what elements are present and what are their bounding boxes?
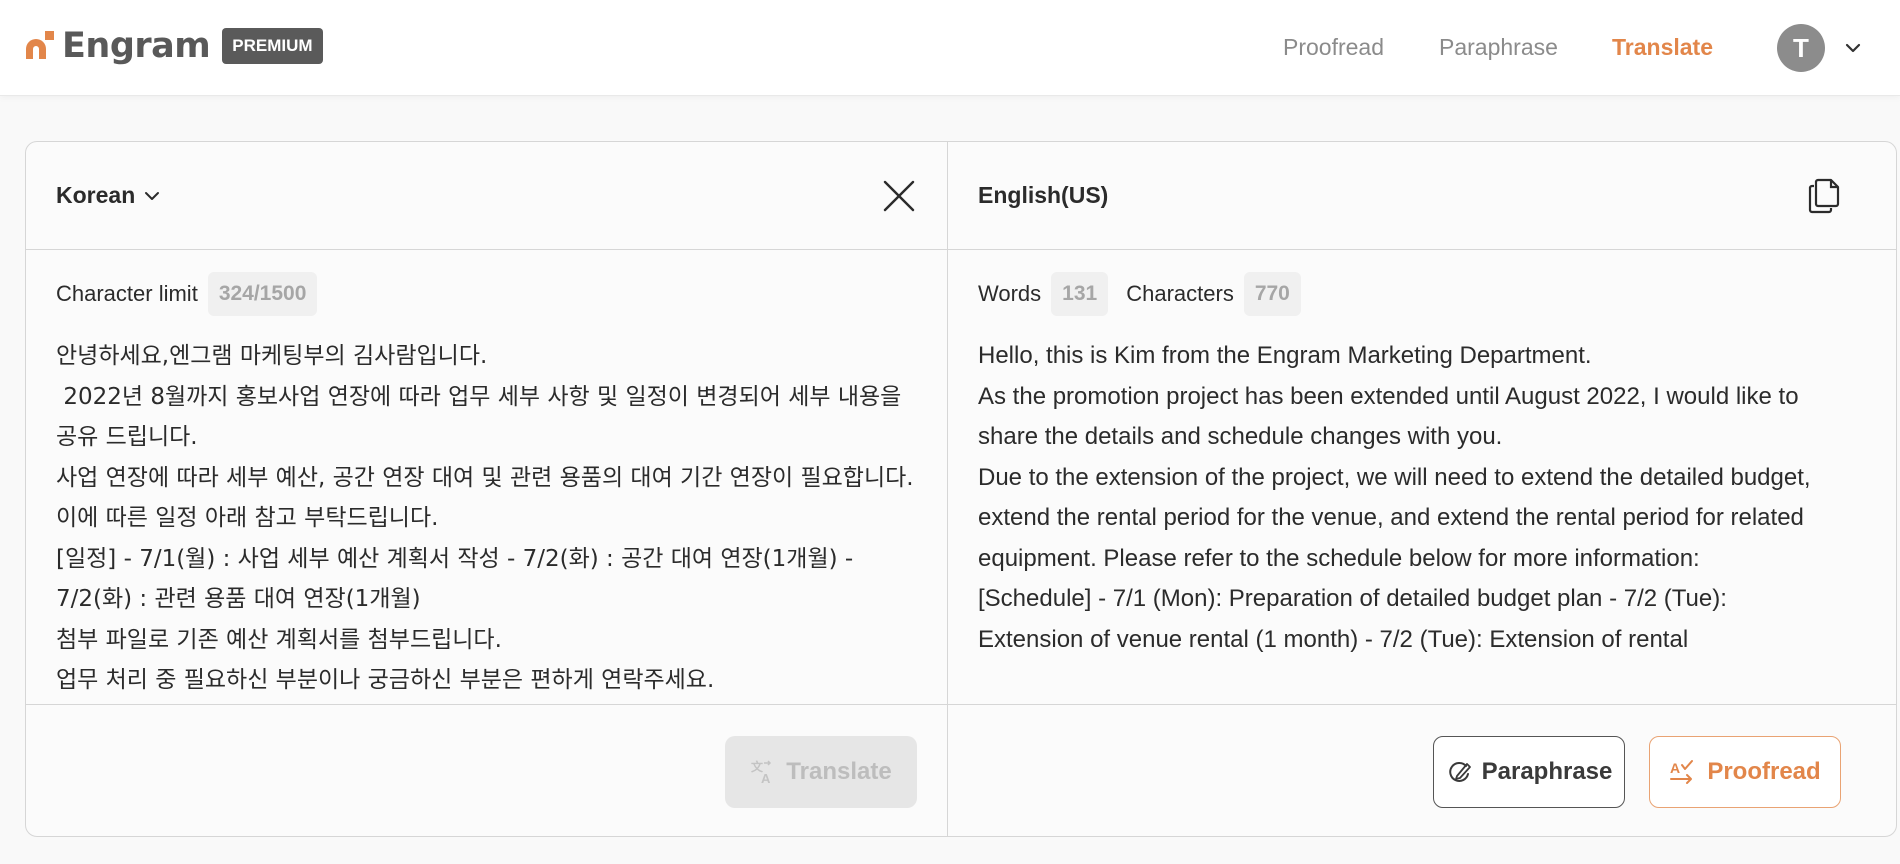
character-limit-label: Character limit [56, 281, 198, 306]
copy-icon[interactable] [1807, 178, 1841, 214]
footer-divider [26, 704, 1896, 705]
words-label: Words [978, 281, 1042, 306]
panel-divider [947, 141, 948, 837]
clear-text-icon[interactable] [882, 179, 916, 213]
characters-label: Characters [1126, 281, 1234, 306]
brand[interactable]: Engram PREMIUM [24, 26, 323, 66]
characters-count: 770 [1243, 272, 1301, 316]
premium-badge: PREMIUM [222, 28, 323, 64]
translation-stats: Words 131 Characters 770 [978, 272, 1301, 316]
svg-text:A: A [1670, 760, 1680, 776]
chevron-down-icon [145, 191, 160, 200]
nav-paraphrase[interactable]: Paraphrase [1439, 34, 1558, 61]
nav-proofread[interactable]: Proofread [1283, 34, 1384, 61]
proofread-button-label: Proofread [1707, 758, 1821, 785]
words-count: 131 [1051, 272, 1109, 316]
chevron-down-icon[interactable] [1843, 38, 1863, 58]
nav-translate[interactable]: Translate [1612, 34, 1713, 61]
source-text-input[interactable]: 안녕하세요,엔그램 마케팅부의 김사람입니다. 2022년 8월까지 홍보사업 … [56, 336, 916, 704]
character-limit-count: 324/1500 [207, 272, 318, 316]
paraphrase-button-label: Paraphrase [1481, 758, 1613, 785]
target-language-label: English(US) [978, 182, 1109, 208]
paraphrase-button[interactable]: Paraphrase [1433, 736, 1625, 808]
user-avatar[interactable]: T [1777, 24, 1825, 72]
brand-name: Engram [62, 26, 211, 66]
source-language-select[interactable]: Korean [56, 182, 161, 209]
header-divider [26, 249, 1896, 250]
source-language-label: Korean [56, 182, 136, 208]
proofread-icon: A [1670, 760, 1694, 784]
engram-logo-icon [24, 31, 54, 61]
paraphrase-icon [1448, 761, 1471, 782]
translate-icon: 文 A [751, 759, 772, 785]
translate-button[interactable]: 文 A Translate [725, 736, 917, 808]
svg-text:A: A [761, 771, 771, 785]
top-header: Engram PREMIUM Proofread Paraphrase Tran… [0, 0, 1900, 96]
translated-text: Hello, this is Kim from the Engram Marke… [978, 342, 1811, 653]
translate-button-label: Translate [786, 758, 892, 785]
character-limit: Character limit 324/1500 [56, 272, 318, 316]
proofread-button[interactable]: A Proofread [1649, 736, 1841, 808]
